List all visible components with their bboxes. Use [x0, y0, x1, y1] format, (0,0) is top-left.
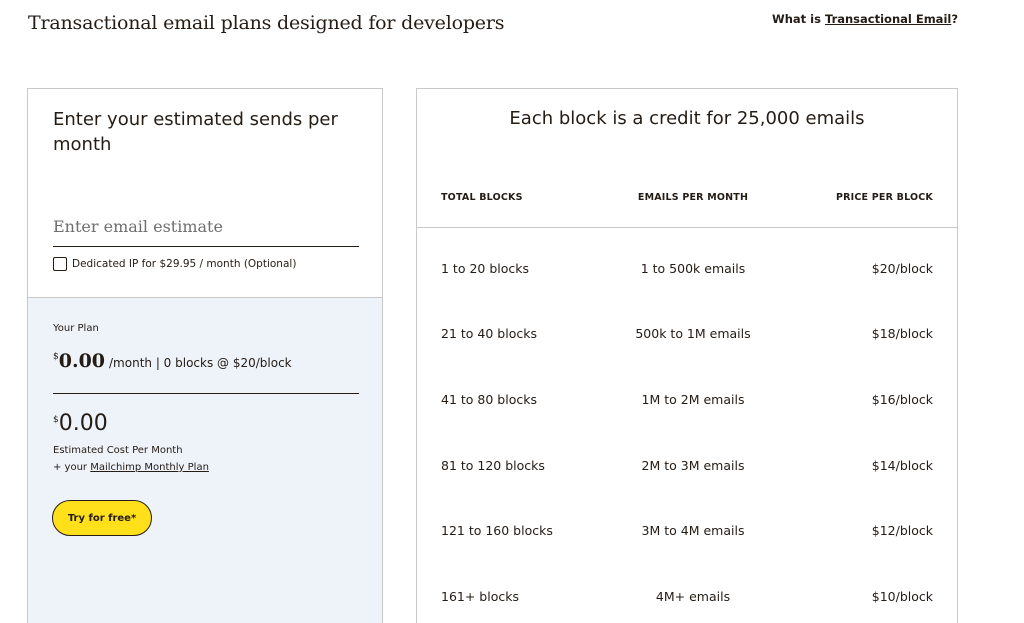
cost-note: + your Mailchimp Monthly Plan	[53, 462, 209, 473]
plan-summary: Your Plan $ 0.00 /month | 0 blocks @ $20…	[28, 297, 382, 623]
table-row: 121 to 160 blocks 3M to 4M emails $12/bl…	[417, 498, 957, 564]
cost-amount: 0.00	[58, 411, 108, 436]
estimator-panel: Enter your estimated sends per month Ded…	[27, 88, 383, 623]
transactional-email-link[interactable]: Transactional Email	[825, 12, 951, 26]
what-is-prefix: What is	[772, 12, 825, 26]
cost-note-prefix: + your	[53, 462, 91, 473]
emails-cell: 4M+ emails	[655, 589, 731, 604]
plan-detail: /month | 0 blocks @ $20/block	[109, 356, 292, 370]
block-credit-heading: Each block is a credit for 25,000 emails	[509, 108, 865, 129]
table-row: 81 to 120 blocks 2M to 3M emails $14/blo…	[417, 433, 957, 499]
price-cell: $14/block	[871, 458, 933, 473]
blocks-cell: 81 to 120 blocks	[441, 458, 545, 473]
mailchimp-monthly-plan-link[interactable]: Mailchimp Monthly Plan	[90, 462, 209, 473]
column-header-total-blocks: TOTAL BLOCKS	[441, 192, 523, 203]
price-cell: $10/block	[871, 589, 933, 604]
price-cell: $16/block	[871, 392, 933, 407]
dedicated-ip-checkbox[interactable]	[53, 257, 67, 271]
column-header-emails-per-month: EMAILS PER MONTH	[637, 192, 749, 203]
table-header: TOTAL BLOCKS EMAILS PER MONTH PRICE PER …	[417, 192, 957, 228]
pricing-table-panel: Each block is a credit for 25,000 emails…	[416, 88, 958, 623]
try-for-free-button[interactable]: Try for free*	[52, 500, 152, 536]
estimate-section: Enter your estimated sends per month Ded…	[28, 89, 382, 297]
emails-cell: 1 to 500k emails	[640, 261, 746, 276]
blocks-cell: 121 to 160 blocks	[441, 523, 553, 538]
your-plan-label: Your Plan	[53, 323, 99, 334]
table-row: 41 to 80 blocks 1M to 2M emails $16/bloc…	[417, 367, 957, 433]
price-cell: $20/block	[871, 261, 933, 276]
dedicated-ip-option[interactable]: Dedicated IP for $29.95 / month (Optiona…	[53, 257, 296, 271]
emails-cell: 3M to 4M emails	[641, 523, 745, 538]
emails-cell: 1M to 2M emails	[641, 392, 745, 407]
blocks-cell: 21 to 40 blocks	[441, 326, 537, 341]
estimated-cost: $ 0.00	[53, 411, 108, 436]
email-estimate-input[interactable]	[53, 207, 359, 247]
what-is-transactional-email: What is Transactional Email?	[772, 12, 958, 26]
blocks-cell: 161+ blocks	[441, 589, 519, 604]
price-cell: $18/block	[871, 326, 933, 341]
column-header-price-per-block: PRICE PER BLOCK	[835, 192, 933, 203]
plan-amount: 0.00	[58, 350, 106, 372]
what-is-suffix: ?	[951, 12, 958, 26]
price-cell: $12/block	[871, 523, 933, 538]
table-row: 1 to 20 blocks 1 to 500k emails $20/bloc…	[417, 236, 957, 302]
plan-divider	[53, 393, 359, 394]
estimate-heading: Enter your estimated sends per month	[53, 109, 338, 155]
blocks-cell: 41 to 80 blocks	[441, 392, 537, 407]
page-title: Transactional email plans designed for d…	[28, 12, 505, 34]
dedicated-ip-label: Dedicated IP for $29.95 / month (Optiona…	[72, 258, 297, 270]
cost-label: Estimated Cost Per Month	[53, 445, 183, 456]
table-row: 21 to 40 blocks 500k to 1M emails $18/bl…	[417, 301, 957, 367]
plan-price-line: $ 0.00 /month | 0 blocks @ $20/block	[53, 350, 292, 372]
emails-cell: 2M to 3M emails	[641, 458, 745, 473]
blocks-cell: 1 to 20 blocks	[441, 261, 530, 276]
emails-cell: 500k to 1M emails	[635, 326, 751, 341]
table-row: 161+ blocks 4M+ emails $10/block	[417, 564, 957, 623]
